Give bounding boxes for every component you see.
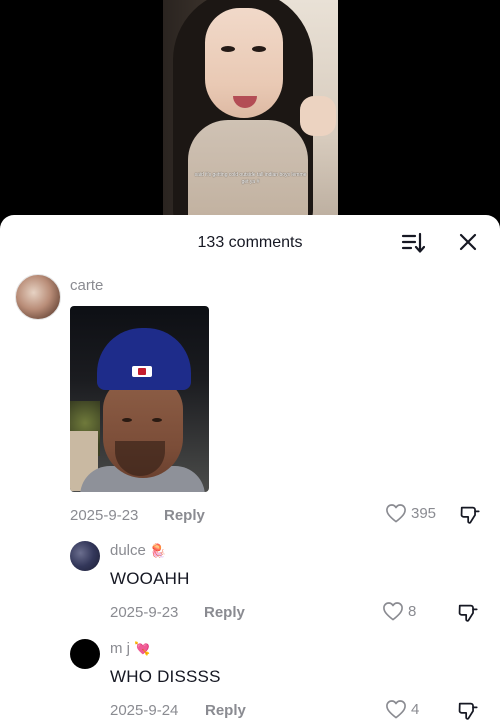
video-eye-left bbox=[221, 46, 235, 52]
username-emoji: 💘 bbox=[134, 641, 151, 656]
heart-icon bbox=[386, 700, 406, 719]
reply-button[interactable]: Reply bbox=[205, 702, 246, 719]
comment-date: 2025-9-23 bbox=[110, 604, 179, 621]
photo-eye-left bbox=[122, 418, 132, 422]
close-button[interactable] bbox=[456, 230, 480, 254]
like-button[interactable]: 8 bbox=[382, 601, 416, 621]
comments-sheet: 133 comments carte 2025-9-23 Reply 395 d… bbox=[0, 215, 500, 726]
video-caption: said it's getting cold outside tall indi… bbox=[194, 172, 307, 185]
comment-username-text: m j bbox=[110, 640, 130, 657]
comments-header: 133 comments bbox=[0, 215, 500, 269]
comment-text: WOOAHH bbox=[110, 569, 190, 588]
like-button[interactable]: 395 bbox=[385, 503, 436, 523]
dislike-button[interactable] bbox=[457, 700, 479, 726]
heart-icon bbox=[386, 504, 406, 523]
username-emoji: 🪼 bbox=[150, 543, 167, 558]
like-count: 8 bbox=[408, 602, 417, 620]
comment-username-text: dulce bbox=[110, 542, 146, 559]
like-count: 395 bbox=[411, 504, 437, 522]
comment-username[interactable]: dulce 🪼 bbox=[110, 542, 166, 559]
comment-date: 2025-9-23 bbox=[70, 507, 139, 524]
avatar[interactable] bbox=[15, 274, 61, 320]
video-mouth bbox=[233, 96, 257, 108]
comment-date: 2025-9-24 bbox=[110, 702, 179, 719]
comment-text: WHO DISSSS bbox=[110, 667, 221, 686]
like-button[interactable]: 4 bbox=[385, 699, 419, 719]
video-frame: said it's getting cold outside tall indi… bbox=[163, 0, 338, 230]
thumbs-down-icon bbox=[458, 702, 478, 720]
photo-cap bbox=[97, 328, 191, 390]
reply-button[interactable]: Reply bbox=[204, 604, 245, 621]
close-icon bbox=[459, 233, 477, 251]
photo-cap-logo bbox=[132, 366, 152, 377]
heart-icon bbox=[383, 602, 403, 621]
like-count: 4 bbox=[411, 700, 420, 718]
video-person-face bbox=[205, 8, 283, 118]
video-person-hand bbox=[300, 96, 336, 136]
reply-button[interactable]: Reply bbox=[164, 507, 205, 524]
photo-eye-right bbox=[152, 418, 162, 422]
sort-icon bbox=[401, 232, 425, 253]
video-eye-right bbox=[252, 46, 266, 52]
dislike-button[interactable] bbox=[457, 602, 479, 629]
comment-username[interactable]: carte bbox=[70, 277, 103, 294]
avatar[interactable] bbox=[70, 639, 100, 669]
thumbs-down-icon bbox=[460, 506, 480, 524]
comment-username[interactable]: m j 💘 bbox=[110, 640, 150, 657]
avatar[interactable] bbox=[70, 541, 100, 571]
comment-photo[interactable] bbox=[70, 306, 209, 492]
video-player[interactable]: said it's getting cold outside tall indi… bbox=[0, 0, 500, 230]
thumbs-down-icon bbox=[458, 604, 478, 622]
sort-button[interactable] bbox=[400, 230, 426, 256]
dislike-button[interactable] bbox=[459, 504, 481, 531]
